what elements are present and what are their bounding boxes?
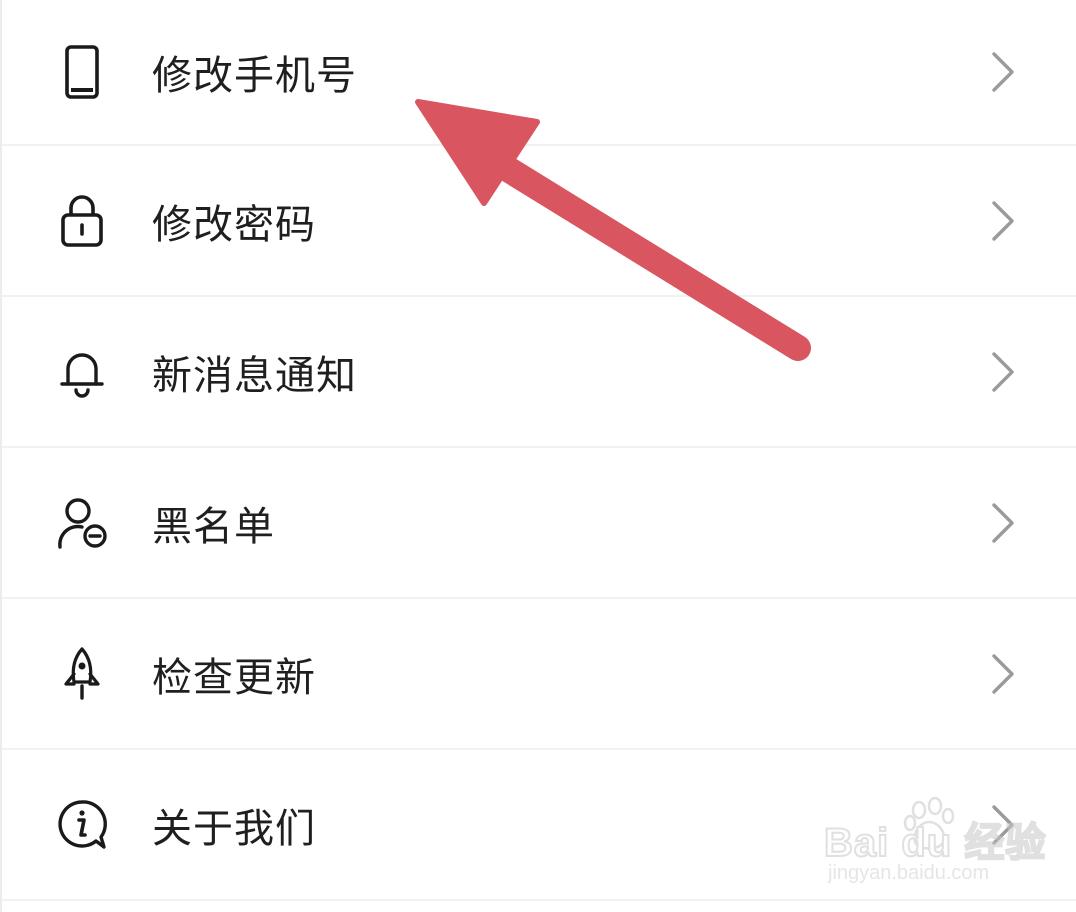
- settings-screen: 修改手机号 修改密码 新消息通知 黑名单 检查更新 关于我们: [0, 0, 1076, 912]
- menu-item-label: 修改密码: [152, 201, 316, 248]
- menu-item-change-phone[interactable]: 修改手机号: [2, 0, 1076, 146]
- menu-item-label: 黑名单: [152, 503, 275, 550]
- baidu-jingyan-watermark: Bai du 经验 jingyan.baidu.com: [823, 796, 1046, 892]
- menu-item-label: 新消息通知: [152, 352, 357, 399]
- watermark-url: jingyan.baidu.com: [828, 862, 990, 884]
- bell-icon: [54, 344, 110, 400]
- phone-icon: [54, 44, 110, 100]
- user-block-icon: [54, 495, 110, 551]
- menu-item-check-update[interactable]: 检查更新: [2, 599, 1076, 750]
- menu-item-label: 修改手机号: [152, 53, 357, 99]
- rocket-icon: [54, 646, 110, 702]
- menu-item-change-password[interactable]: 修改密码: [2, 146, 1076, 297]
- menu-item-blacklist[interactable]: 黑名单: [2, 448, 1076, 599]
- chevron-right-icon: [986, 50, 1018, 94]
- chevron-right-icon: [986, 652, 1018, 696]
- menu-item-label: 检查更新: [152, 654, 316, 701]
- info-icon: [54, 797, 110, 853]
- lock-icon: [54, 193, 110, 249]
- menu-item-label: 关于我们: [152, 805, 316, 852]
- chevron-right-icon: [986, 199, 1018, 243]
- chevron-right-icon: [986, 501, 1018, 545]
- watermark-brand: Bai du 经验: [823, 820, 1047, 866]
- menu-item-notifications[interactable]: 新消息通知: [2, 297, 1076, 448]
- chevron-right-icon: [986, 350, 1018, 394]
- settings-menu: 修改手机号 修改密码 新消息通知 黑名单 检查更新 关于我们: [2, 0, 1076, 901]
